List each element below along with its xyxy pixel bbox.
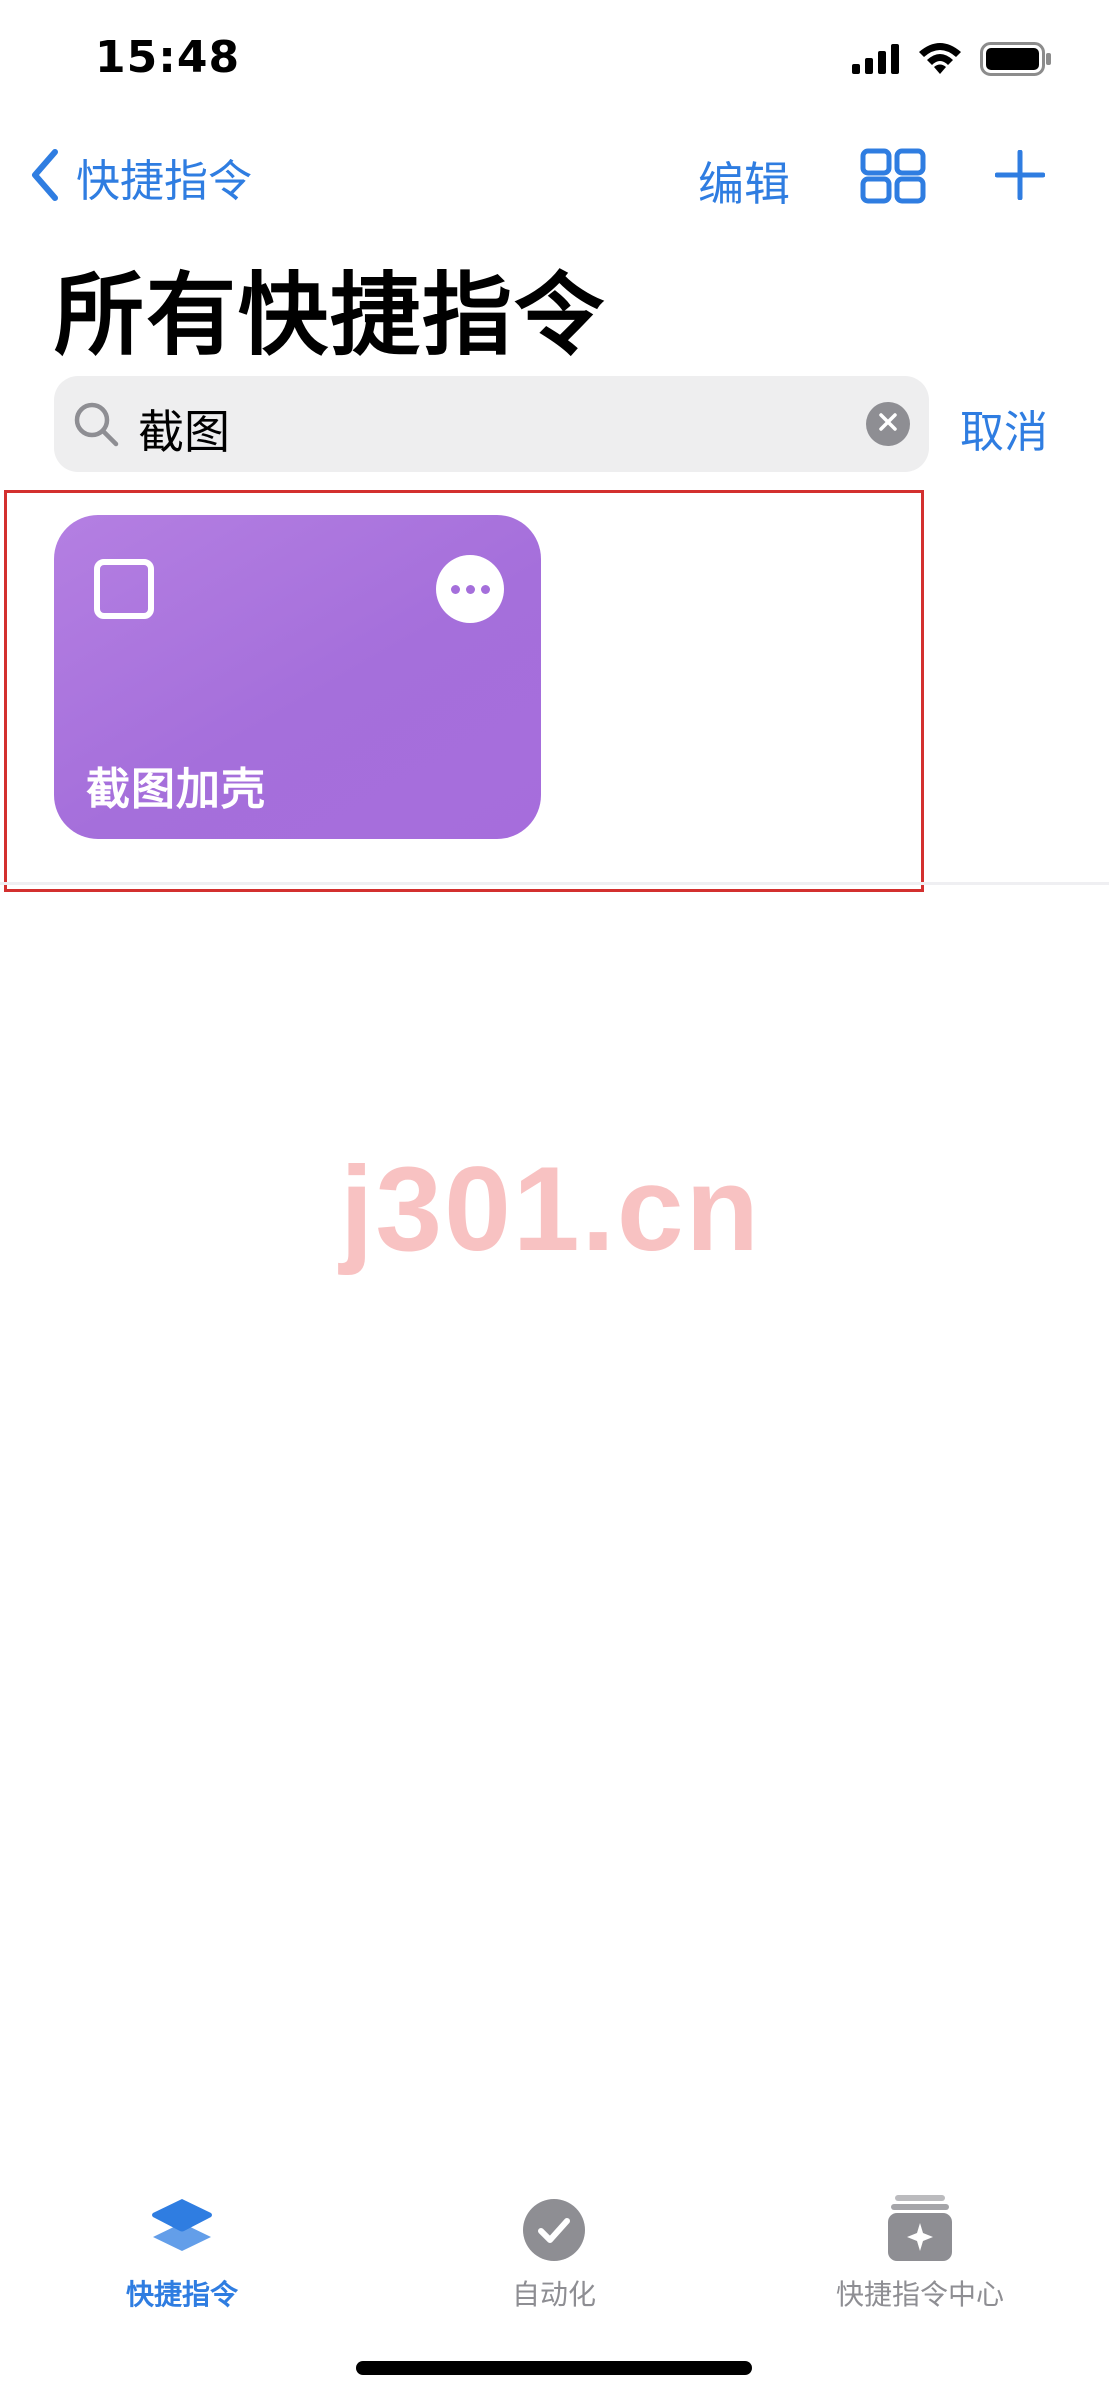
tab-automation[interactable]: 自动化	[424, 2185, 684, 2313]
close-icon	[878, 412, 898, 436]
page-title: 所有快捷指令	[54, 263, 606, 368]
status-time: 15:48	[95, 32, 241, 83]
more-button[interactable]	[436, 555, 504, 623]
back-label: 快捷指令	[76, 156, 252, 207]
ellipsis-icon	[450, 584, 460, 594]
add-icon[interactable]	[994, 149, 1046, 204]
divider	[0, 882, 1109, 885]
watermark: j301.cn	[340, 1142, 761, 1276]
tab-label-automation: 自动化	[511, 2278, 596, 2311]
shortcut-card[interactable]: 截图加壳	[54, 515, 541, 839]
search-field[interactable]: 截图	[54, 376, 929, 472]
cancel-button[interactable]: 取消	[960, 396, 1048, 460]
tab-label-shortcuts: 快捷指令	[125, 2278, 238, 2311]
edit-button[interactable]: 编辑	[698, 148, 790, 214]
tab-shortcuts[interactable]: 快捷指令	[52, 2185, 312, 2313]
clear-search-button[interactable]	[866, 402, 910, 446]
search-icon	[72, 400, 120, 452]
home-indicator	[356, 2361, 752, 2375]
battery-icon	[980, 42, 1052, 80]
chevron-left-icon	[30, 148, 60, 206]
gallery-icon	[790, 2185, 1050, 2263]
square-icon	[94, 559, 154, 619]
shortcut-name: 截图加壳	[86, 764, 266, 815]
grid-view-icon[interactable]	[860, 148, 926, 208]
search-input[interactable]: 截图	[138, 396, 230, 462]
layers-icon	[52, 2185, 312, 2263]
tab-label-gallery: 快捷指令中心	[835, 2278, 1004, 2311]
clock-check-icon	[424, 2185, 684, 2263]
wifi-icon	[917, 40, 963, 80]
tab-gallery[interactable]: 快捷指令中心	[790, 2185, 1050, 2313]
back-button[interactable]: 快捷指令	[30, 145, 252, 209]
cellular-signal-icon	[852, 44, 902, 78]
